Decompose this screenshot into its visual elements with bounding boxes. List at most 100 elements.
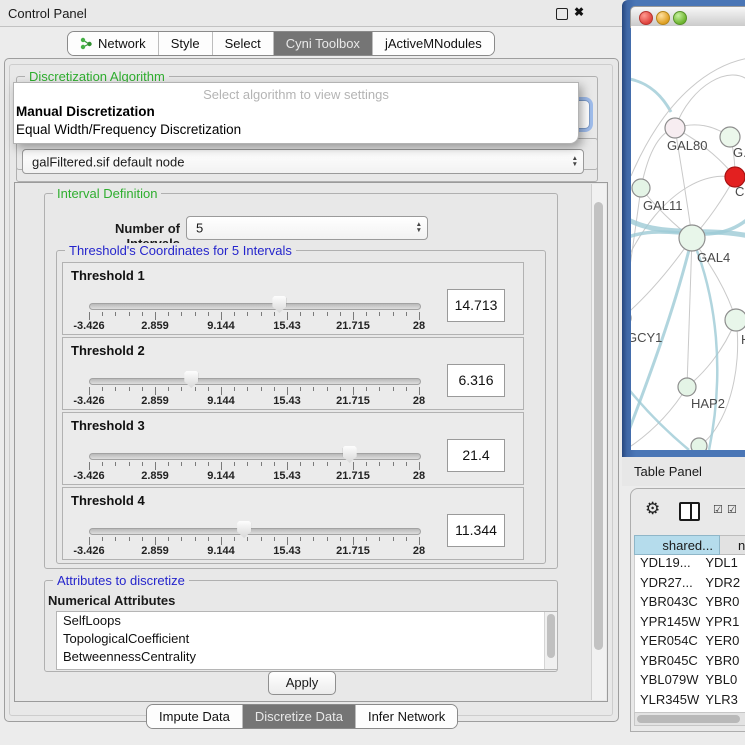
network-window-titlebar[interactable] xyxy=(630,6,745,28)
scale-label: 9.144 xyxy=(207,470,235,482)
attribute-item[interactable]: SelfLoops xyxy=(57,612,557,630)
threshold-1-slider[interactable]: -3.4262.8599.14415.4321.71528 xyxy=(89,263,419,334)
threshold-4-value[interactable]: 11.344 xyxy=(447,514,505,547)
threshold-3-slider[interactable]: -3.4262.8599.14415.4321.71528 xyxy=(89,413,419,484)
table-panel-window: ⚙ ☑ ☑ shared... na YDL19...YDL1YDR27...Y… xyxy=(630,488,745,732)
network-node-h[interactable] xyxy=(725,309,745,331)
tab-cyni-toolbox[interactable]: Cyni Toolbox xyxy=(274,32,373,55)
table-row[interactable]: YDL19...YDL1 xyxy=(635,555,745,575)
tab-select[interactable]: Select xyxy=(213,32,274,55)
popup-option-equal-width-frequency[interactable]: Equal Width/Frequency Discretization xyxy=(16,122,241,137)
slider-scale-labels: -3.4262.8599.14415.4321.71528 xyxy=(89,320,419,332)
settings-scrollbar[interactable] xyxy=(591,184,606,700)
slider-scale-labels: -3.4262.8599.14415.4321.71528 xyxy=(89,545,419,557)
slider-thumb[interactable] xyxy=(272,296,286,313)
table-row[interactable]: YBR043CYBR0 xyxy=(635,594,745,614)
table-row[interactable]: YBR045CYBR0 xyxy=(635,653,745,673)
scale-label: 9.144 xyxy=(207,395,235,407)
algorithm-dropdown-popup: Select algorithm to view settings Manual… xyxy=(13,82,579,144)
scale-label: -3.426 xyxy=(73,395,104,407)
slider-track[interactable] xyxy=(89,378,421,385)
slider-thumb[interactable] xyxy=(343,446,357,463)
zoom-window-icon[interactable] xyxy=(673,11,687,25)
tab-jactivemnodules[interactable]: jActiveMNodules xyxy=(373,32,494,55)
network-edge[interactable] xyxy=(675,75,745,128)
scale-label: 2.859 xyxy=(141,470,169,482)
threshold-2-value[interactable]: 6.316 xyxy=(447,364,505,397)
threshold-2-slider[interactable]: -3.4262.8599.14415.4321.71528 xyxy=(89,338,419,409)
threshold-4-slider[interactable]: -3.4262.8599.14415.4321.71528 xyxy=(89,488,419,559)
network-edge-highlight[interactable] xyxy=(692,238,717,450)
attribute-item[interactable]: TopologicalCoefficient xyxy=(57,630,557,648)
number-of-intervals-value: 5 xyxy=(196,221,203,236)
checkbox-icon[interactable]: ☑ xyxy=(727,505,737,516)
threshold-4-panel: Threshold 4 -3.4262.8599.14415.4321.7152… xyxy=(62,487,524,560)
apply-button[interactable]: Apply xyxy=(268,671,336,695)
thresholds-group-label: Threshold's Coordinates for 5 Intervals xyxy=(65,243,296,258)
column-layout-icon[interactable] xyxy=(679,502,700,521)
network-edge[interactable] xyxy=(631,188,641,318)
slider-track[interactable] xyxy=(89,303,421,310)
column-header-name[interactable]: na xyxy=(720,535,745,555)
network-node[interactable] xyxy=(691,438,707,450)
scale-label: 15.43 xyxy=(273,545,301,557)
interval-definition-label: Interval Definition xyxy=(53,186,161,201)
network-edge-highlight[interactable] xyxy=(631,78,671,112)
table-row[interactable]: YBL079WYBL0 xyxy=(635,672,745,692)
network-node-label: H xyxy=(741,332,745,347)
float-window-icon[interactable] xyxy=(556,8,568,20)
close-panel-icon[interactable]: ✖ xyxy=(574,5,584,19)
network-node-gal11[interactable] xyxy=(632,179,650,197)
tab-infer-network[interactable]: Infer Network xyxy=(356,705,457,728)
network-edge[interactable] xyxy=(687,320,736,387)
table-header-row: shared... na xyxy=(634,535,745,555)
slider-track[interactable] xyxy=(89,453,421,460)
scale-label: 15.43 xyxy=(273,320,301,332)
tab-style[interactable]: Style xyxy=(159,32,213,55)
tab-network[interactable]: Network xyxy=(68,32,159,55)
scale-label: 28 xyxy=(413,545,425,557)
popup-option-manual-discretization[interactable]: Manual Discretization xyxy=(16,104,155,119)
control-panel-tabbar: NetworkStyleSelectCyni ToolboxjActiveMNo… xyxy=(67,31,495,56)
scale-label: 2.859 xyxy=(141,320,169,332)
threshold-3-value[interactable]: 21.4 xyxy=(447,439,505,472)
network-canvas[interactable]: GAL80G.CGAL11GAL4GCY1HHAP2 xyxy=(631,26,745,450)
table-rows[interactable]: YDL19...YDL1YDR27...YDR2YBR043CYBR0YPR14… xyxy=(634,555,745,712)
attributes-scrollbar[interactable] xyxy=(544,612,557,669)
combo-arrows-icon: ▲▼ xyxy=(572,156,578,168)
scale-label: 28 xyxy=(413,395,425,407)
scale-label: 2.859 xyxy=(141,545,169,557)
table-panel-titlebar: Table Panel xyxy=(622,457,745,486)
checkbox-icon[interactable]: ☑ xyxy=(713,505,723,516)
table-row[interactable]: YER054CYER0 xyxy=(635,633,745,653)
slider-thumb[interactable] xyxy=(184,371,198,388)
minimize-window-icon[interactable] xyxy=(656,11,670,25)
tab-discretize-data[interactable]: Discretize Data xyxy=(243,705,356,728)
close-window-icon[interactable] xyxy=(639,11,653,25)
network-node-gal4[interactable] xyxy=(679,225,705,251)
slider-scale-labels: -3.4262.8599.14415.4321.71528 xyxy=(89,395,419,407)
table-row[interactable]: YDR27...YDR2 xyxy=(635,575,745,595)
network-node-label: GAL11 xyxy=(643,198,683,213)
network-node-gal80[interactable] xyxy=(665,118,685,138)
table-horizontal-scrollbar[interactable] xyxy=(634,712,745,726)
slider-track[interactable] xyxy=(89,528,421,535)
tab-impute-data[interactable]: Impute Data xyxy=(147,705,243,728)
gear-icon[interactable]: ⚙ xyxy=(645,500,660,517)
network-node-label: GAL80 xyxy=(667,138,707,153)
scale-label: 21.715 xyxy=(336,545,370,557)
attribute-item[interactable]: BetweennessCentrality xyxy=(57,648,557,666)
network-node-g[interactable] xyxy=(720,127,740,147)
network-node-hap2[interactable] xyxy=(678,378,696,396)
threshold-1-value[interactable]: 14.713 xyxy=(447,289,505,322)
network-node-label: HAP2 xyxy=(691,396,725,411)
slider-thumb[interactable] xyxy=(237,521,251,538)
number-of-intervals-select[interactable]: 5 ▲▼ xyxy=(186,216,428,240)
table-data-select[interactable]: galFiltered.sif default node ▲▼ xyxy=(22,149,584,174)
column-header-shared-name[interactable]: shared... xyxy=(634,535,720,555)
table-row[interactable]: YPR145WYPR1 xyxy=(635,614,745,634)
scale-label: 28 xyxy=(413,320,425,332)
table-row[interactable]: YLR345WYLR3 xyxy=(635,692,745,712)
network-graph[interactable]: GAL80G.CGAL11GAL4GCY1HHAP2 xyxy=(631,26,745,450)
numerical-attributes-list[interactable]: SelfLoopsTopologicalCoefficientBetweenne… xyxy=(56,611,558,670)
